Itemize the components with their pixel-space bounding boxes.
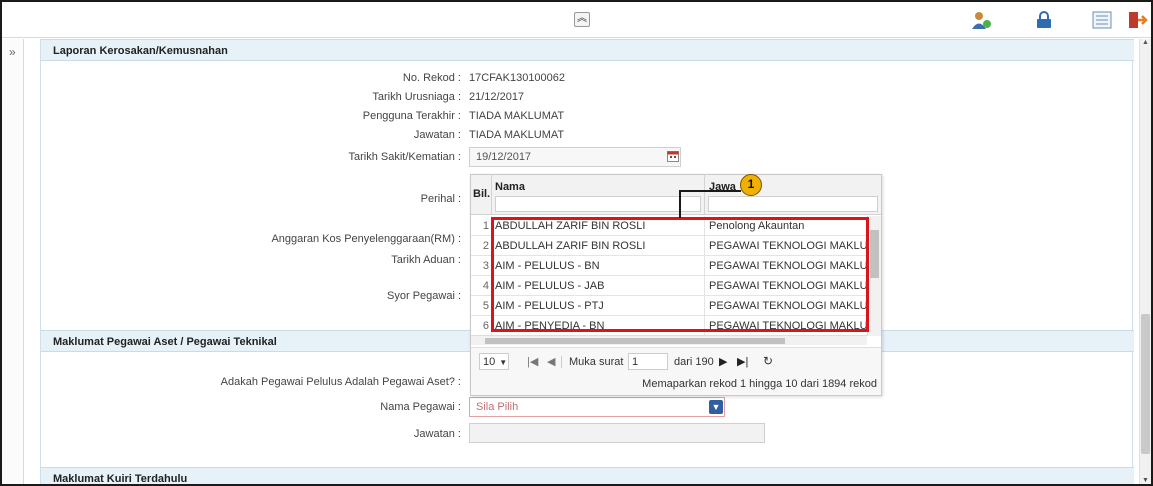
filter-jawatan-input[interactable] [708,196,878,212]
row-bil: 3 [482,260,489,272]
top-toolbar: ︽ [2,2,1151,38]
filter-nama-input[interactable] [495,196,701,212]
pengguna-terakhir-value: TIADA MAKLUMAT [469,110,565,122]
nama-pegawai-placeholder: Sila Pilih [476,401,519,413]
tarikh-urusniaga-label: Tarikh Urusniaga : [372,91,461,103]
grid-vertical-scrollbar[interactable] [867,216,881,336]
grid-header: Bil. Nama Jawa [471,175,881,215]
nama-pegawai-label: Nama Pegawai : [380,401,461,413]
page-label: Muka surat [569,356,624,368]
row-bil: 1 [482,220,489,232]
left-sidebar-strip: » [2,39,24,484]
col-nama[interactable]: Nama [495,181,525,193]
expand-sidebar-icon[interactable]: » [9,45,16,59]
calendar-icon[interactable] [667,150,679,165]
section-header-kuiri: Maklumat Kuiri Terdahulu [41,467,1134,484]
record-summary: Memaparkan rekod 1 hingga 10 dari 1894 r… [642,378,877,390]
anggaran-kos-label: Anggaran Kos Penyelenggaraan(RM) : [271,233,461,245]
row-bil: 2 [482,240,489,252]
tarikh-sakit-field[interactable]: 19/12/2017 [469,147,681,167]
callout-connector [679,190,741,192]
no-rekod-value: 17CFAK130100062 [469,72,566,84]
user-profile-icon[interactable] [970,10,992,30]
section-header-laporan: Laporan Kerosakan/Kemusnahan [41,39,1134,61]
grid-horizontal-scrollbar[interactable] [471,335,867,345]
tarikh-aduan-label: Tarikh Aduan : [391,254,461,266]
first-page-icon[interactable]: |◀ [527,355,538,368]
callout-connector [679,190,681,218]
row-bil: 5 [482,300,489,312]
nama-pegawai-select[interactable]: Sila Pilih [469,397,725,417]
page-number-input[interactable]: 1 [628,353,668,370]
jawatan-label: Jawatan : [413,129,461,141]
syor-pegawai-label: Syor Pegawai : [387,290,461,302]
adakah-pegawai-aset-label: Adakah Pegawai Pelulus Adalah Pegawai As… [220,376,461,388]
page-number-value: 1 [632,356,639,368]
row-bil: 6 [482,320,489,332]
page-size-select[interactable]: 10 ▼ [479,353,509,370]
collapse-header-button[interactable]: ︽ [574,12,590,27]
tarikh-sakit-label: Tarikh Sakit/Kematian : [348,151,462,163]
tarikh-sakit-value: 19/12/2017 [476,151,532,163]
grid-pager: 10 ▼ |◀ ◀ Muka surat 1 dari 190 ▶ ▶| ↻ Me… [471,347,881,395]
app-window: ︽ » Laporan Kerosakan/Kemusnahan No. Rek… [0,0,1153,486]
perihal-label: Perihal : [420,193,461,205]
jawatan-pegawai-label: Jawatan : [413,428,461,440]
list-view-icon[interactable] [1091,10,1113,30]
col-bil[interactable]: Bil. [473,188,490,200]
highlight-box [491,217,869,332]
refresh-icon[interactable]: ↻ [763,354,773,368]
jawatan-pegawai-field[interactable] [469,423,765,443]
page-total: dari 190 [674,356,714,368]
no-rekod-label: No. Rekod : [402,72,461,84]
logout-icon[interactable] [1126,10,1148,30]
row-bil: 4 [482,280,489,292]
jawatan-value: TIADA MAKLUMAT [469,129,565,141]
page-vertical-scrollbar[interactable]: ▲ ▼ [1139,39,1151,484]
tarikh-urusniaga-value: 21/12/2017 [469,91,525,103]
prev-page-icon[interactable]: ◀ [547,355,555,368]
dropdown-chevron-icon[interactable]: ▼ [709,400,723,414]
last-page-icon[interactable]: ▶| [737,355,748,368]
lock-icon[interactable] [1033,10,1055,30]
callout-number-badge: 1 [740,174,762,196]
pengguna-terakhir-label: Pengguna Terakhir : [362,110,461,122]
next-page-icon[interactable]: ▶ [719,355,727,368]
page-size-value: 10 [483,356,496,368]
